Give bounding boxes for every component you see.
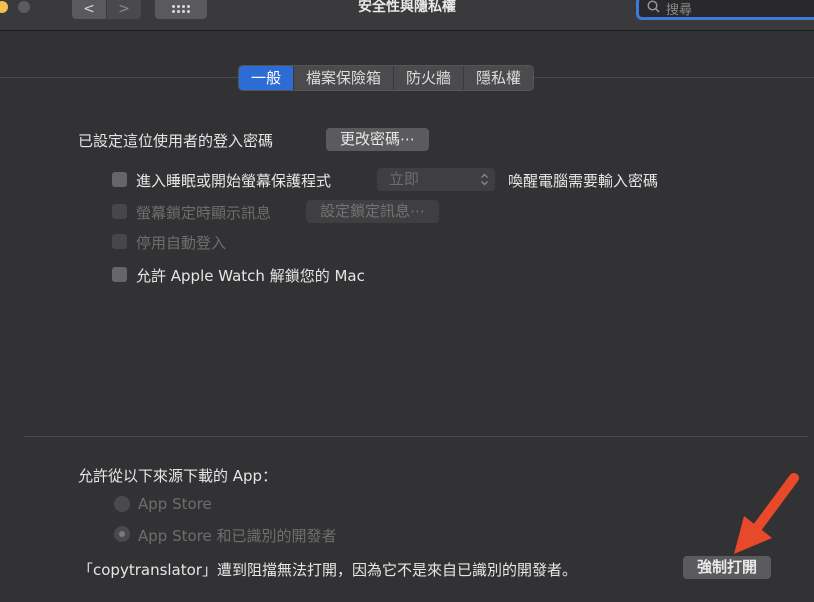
require-password-delay-value: 立即 xyxy=(389,170,420,188)
password-label: 已設定這位使用者的登入密碼 xyxy=(78,132,274,150)
apple-watch-unlock-label: 允許 Apple Watch 解鎖您的 Mac xyxy=(136,267,365,285)
tab-general[interactable]: 一般 xyxy=(239,66,295,90)
search-field[interactable]: 搜尋 xyxy=(636,0,814,20)
preferences-window: < > 安全性與隱私權 搜尋 一般 檔案保險箱 防火牆 隱私權 已設定這位使用者… xyxy=(0,0,814,602)
change-password-button[interactable]: 更改密碼⋯ xyxy=(326,128,430,151)
tab-firewall[interactable]: 防火牆 xyxy=(394,66,465,90)
apple-watch-unlock-checkbox[interactable] xyxy=(112,267,127,282)
title-bar: < > 安全性與隱私權 搜尋 xyxy=(0,0,814,31)
downloads-heading: 允許從以下來源下載的 App： xyxy=(78,467,278,485)
chevron-updown-icon xyxy=(480,168,489,199)
disable-auto-login-label: 停用自動登入 xyxy=(136,234,227,252)
require-password-label: 進入睡眠或開始螢幕保護程式 xyxy=(136,172,332,190)
identified-developers-label: App Store 和已識別的開發者 xyxy=(138,527,337,545)
section-divider xyxy=(24,436,808,437)
search-placeholder: 搜尋 xyxy=(666,2,693,18)
tab-filevault[interactable]: 檔案保險箱 xyxy=(294,66,395,90)
require-password-checkbox[interactable] xyxy=(112,172,127,187)
tab-bar: 一般 檔案保險箱 防火牆 隱私權 xyxy=(238,65,535,91)
tab-privacy[interactable]: 隱私權 xyxy=(464,66,533,90)
search-icon xyxy=(647,0,660,17)
require-password-suffix: 喚醒電腦需要輸入密碼 xyxy=(508,172,659,190)
annotation-arrow-icon xyxy=(734,473,799,554)
require-password-delay-select[interactable]: 立即 xyxy=(377,168,495,191)
blocked-app-message: 「copytranslator」遭到阻擋無法打開，因為它不是來自已識別的開發者。 xyxy=(78,561,577,579)
identified-developers-radio[interactable] xyxy=(114,526,130,542)
app-store-radio[interactable] xyxy=(114,496,130,512)
app-store-label: App Store xyxy=(138,495,212,513)
show-message-label: 螢幕鎖定時顯示訊息 xyxy=(136,204,272,222)
disable-auto-login-checkbox[interactable] xyxy=(112,234,127,249)
set-lock-message-button[interactable]: 設定鎖定訊息⋯ xyxy=(306,200,440,223)
show-message-checkbox[interactable] xyxy=(112,204,127,219)
